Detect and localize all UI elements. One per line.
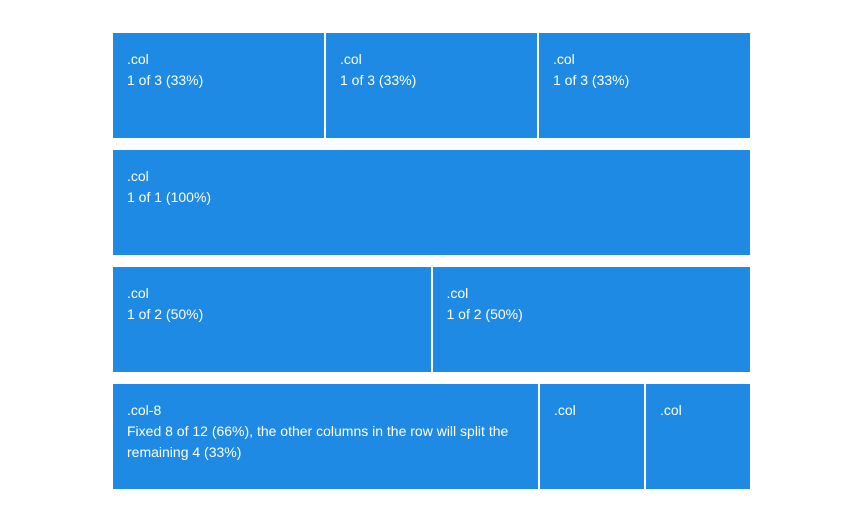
- column-class-label: .col-8: [127, 402, 162, 418]
- row-fixed-8: .col-8 Fixed 8 of 12 (66%), the other co…: [113, 384, 750, 489]
- column-class-label: .col: [127, 168, 149, 184]
- column-class-label: .col: [127, 51, 149, 67]
- column-class-label: .col: [554, 402, 576, 418]
- column-description: 1 of 1 (100%): [127, 189, 212, 205]
- column-auto-1: .col: [538, 384, 644, 489]
- grid-container: .col 1 of 3 (33%) .col 1 of 3 (33%) .col…: [113, 33, 750, 489]
- row-full: .col 1 of 1 (100%): [113, 150, 750, 255]
- row-halves: .col 1 of 2 (50%) .col 1 of 2 (50%): [113, 267, 750, 372]
- column-description: 1 of 3 (33%): [553, 72, 630, 88]
- column-3-of-3: .col 1 of 3 (33%): [537, 33, 750, 138]
- column-1-of-3: .col 1 of 3 (33%): [113, 33, 324, 138]
- column-1-of-2: .col 1 of 2 (50%): [113, 267, 431, 372]
- column-2-of-3: .col 1 of 3 (33%): [324, 33, 537, 138]
- column-class-label: .col: [127, 285, 149, 301]
- column-description: 1 of 3 (33%): [340, 72, 417, 88]
- column-class-label: .col: [660, 402, 682, 418]
- column-col-8: .col-8 Fixed 8 of 12 (66%), the other co…: [113, 384, 538, 489]
- column-description: 1 of 2 (50%): [127, 306, 204, 322]
- column-class-label: .col: [340, 51, 362, 67]
- column-1-of-1: .col 1 of 1 (100%): [113, 150, 750, 255]
- column-class-label: .col: [446, 285, 469, 301]
- column-description: 1 of 3 (33%): [127, 72, 204, 88]
- column-auto-2: .col: [644, 384, 750, 489]
- column-2-of-2: .col 1 of 2 (50%): [430, 267, 750, 372]
- row-thirds: .col 1 of 3 (33%) .col 1 of 3 (33%) .col…: [113, 33, 750, 138]
- column-description: 1 of 2 (50%): [446, 306, 523, 322]
- column-class-label: .col: [553, 51, 575, 67]
- column-description: Fixed 8 of 12 (66%), the other columns i…: [127, 423, 509, 460]
